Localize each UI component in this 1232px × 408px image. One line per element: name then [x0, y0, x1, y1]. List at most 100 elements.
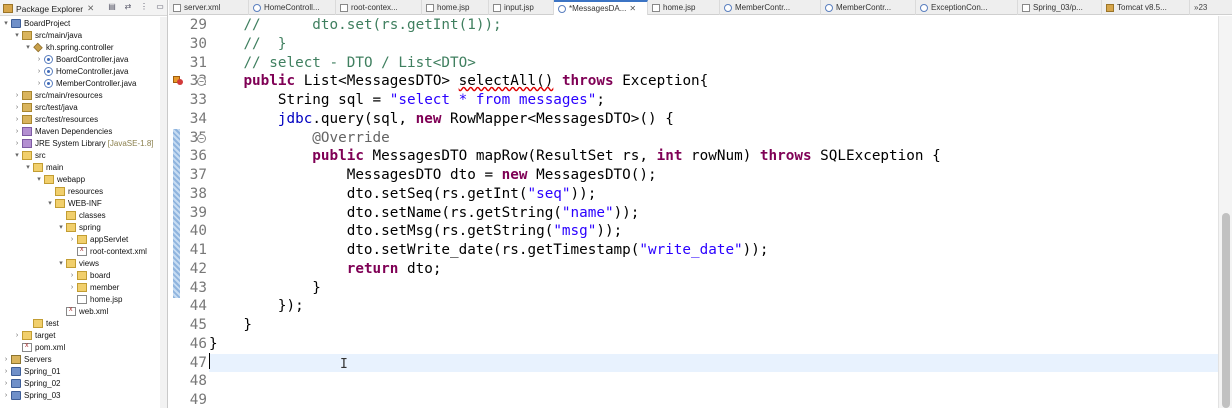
- tree-item[interactable]: pom.xml: [0, 341, 158, 353]
- code-line[interactable]: [209, 391, 1218, 408]
- code-line[interactable]: return dto;: [209, 260, 1218, 279]
- code-line[interactable]: }: [209, 279, 1218, 298]
- collapsed-arrow-icon[interactable]: ›: [13, 128, 21, 135]
- editor-tab[interactable]: HomeControll...: [249, 0, 336, 15]
- editor-tab[interactable]: *MessagesDA... ✕: [554, 0, 648, 15]
- collapsed-arrow-icon[interactable]: ›: [13, 92, 21, 99]
- tree-item[interactable]: ▾ src: [0, 149, 158, 161]
- scrollbar-thumb[interactable]: [1222, 213, 1230, 408]
- collapsed-arrow-icon[interactable]: ›: [35, 68, 43, 75]
- code-line[interactable]: jdbc.query(sql, new RowMapper<MessagesDT…: [209, 110, 1218, 129]
- editor-tab[interactable]: home.jsp: [648, 0, 720, 15]
- tree-item[interactable]: › Maven Dependencies: [0, 125, 158, 137]
- code-line[interactable]: MessagesDTO dto = new MessagesDTO();: [209, 166, 1218, 185]
- code-line[interactable]: dto.setWrite_date(rs.getTimestamp("write…: [209, 241, 1218, 260]
- code-line[interactable]: });: [209, 297, 1218, 316]
- editor-tab[interactable]: home.jsp: [422, 0, 489, 15]
- tree-item[interactable]: › JRE System Library [JavaSE-1.8]: [0, 137, 158, 149]
- code-line[interactable]: }: [209, 316, 1218, 335]
- tree-item[interactable]: › member: [0, 281, 158, 293]
- tree-item[interactable]: ▾ src/main/java: [0, 29, 158, 41]
- collapse-all-icon[interactable]: ▤: [107, 2, 117, 12]
- editor-tab[interactable]: Tomcat v8.5...: [1102, 0, 1190, 15]
- code-line[interactable]: [209, 372, 1218, 391]
- code-line[interactable]: // }: [209, 35, 1218, 54]
- tree-item[interactable]: web.xml: [0, 305, 158, 317]
- tree-item[interactable]: › src/test/resources: [0, 113, 158, 125]
- tree-item[interactable]: › src/test/java: [0, 101, 158, 113]
- view-menu-icon[interactable]: ⋮: [139, 2, 149, 12]
- tree-item[interactable]: › target: [0, 329, 158, 341]
- editor-tab[interactable]: root-contex...: [336, 0, 422, 15]
- collapsed-arrow-icon[interactable]: ›: [13, 104, 21, 111]
- package-explorer-tab[interactable]: Package Explorer ✕: [3, 3, 94, 14]
- tree-item[interactable]: › Spring_01: [0, 365, 158, 377]
- collapsed-arrow-icon[interactable]: ›: [2, 392, 10, 399]
- editor-tab[interactable]: MemberContr...: [821, 0, 916, 15]
- tree-item[interactable]: › Spring_03: [0, 389, 158, 401]
- fold-toggle-icon[interactable]: −: [197, 133, 206, 143]
- editor-tab[interactable]: server.xml: [169, 0, 249, 15]
- tree-item[interactable]: ▾ main: [0, 161, 158, 173]
- expanded-arrow-icon[interactable]: ▾: [13, 31, 21, 39]
- tree-item[interactable]: › appServlet: [0, 233, 158, 245]
- tree-item[interactable]: ▾ kh.spring.controller: [0, 41, 158, 53]
- collapsed-arrow-icon[interactable]: ›: [13, 332, 21, 339]
- close-tab-icon[interactable]: ✕: [629, 4, 636, 13]
- tree-item[interactable]: ▾ WEB-INF: [0, 197, 158, 209]
- collapsed-arrow-icon[interactable]: ›: [2, 356, 10, 363]
- expanded-arrow-icon[interactable]: ▾: [57, 223, 65, 231]
- tree-item[interactable]: root-context.xml: [0, 245, 158, 257]
- code-line[interactable]: dto.setName(rs.getString("name"));: [209, 204, 1218, 223]
- tree-item[interactable]: › src/main/resources: [0, 89, 158, 101]
- code-line[interactable]: @Override: [209, 129, 1218, 148]
- code-line[interactable]: dto.setSeq(rs.getInt("seq"));: [209, 185, 1218, 204]
- code-line[interactable]: // dto.set(rs.getInt(1));: [209, 16, 1218, 35]
- code-line[interactable]: public List<MessagesDTO> selectAll() thr…: [209, 72, 1218, 91]
- code-editor[interactable]: 29 30 3132−33 34 35−36 37 38 39 40 41 42 43 44 45 46 47…: [169, 16, 1232, 408]
- tree-item[interactable]: › BoardController.java: [0, 53, 158, 65]
- editor-tab[interactable]: input.jsp: [489, 0, 554, 15]
- tree-item[interactable]: › Servers: [0, 353, 158, 365]
- tree-item[interactable]: ▾ webapp: [0, 173, 158, 185]
- tree-item[interactable]: ▾ views: [0, 257, 158, 269]
- tabs-overflow-button[interactable]: »23: [1190, 0, 1211, 15]
- tree-item[interactable]: classes: [0, 209, 158, 221]
- code-line[interactable]: }: [209, 335, 1218, 354]
- editor-tab[interactable]: Spring_03/p...: [1018, 0, 1102, 15]
- code-line[interactable]: public MessagesDTO mapRow(ResultSet rs, …: [209, 147, 1218, 166]
- editor-vertical-scrollbar[interactable]: [1218, 16, 1232, 408]
- expanded-arrow-icon[interactable]: ▾: [24, 163, 32, 171]
- code-line[interactable]: String sql = "select * from messages";: [209, 91, 1218, 110]
- collapsed-arrow-icon[interactable]: ›: [35, 56, 43, 63]
- tree-item[interactable]: ▾ spring: [0, 221, 158, 233]
- tree-item[interactable]: test: [0, 317, 158, 329]
- tree-item[interactable]: home.jsp: [0, 293, 158, 305]
- collapsed-arrow-icon[interactable]: ›: [13, 116, 21, 123]
- tree-item[interactable]: › MemberController.java: [0, 77, 158, 89]
- close-icon[interactable]: ✕: [87, 3, 94, 14]
- error-marker-icon[interactable]: [173, 76, 183, 86]
- expanded-arrow-icon[interactable]: ▾: [57, 259, 65, 267]
- expanded-arrow-icon[interactable]: ▾: [24, 43, 32, 51]
- expanded-arrow-icon[interactable]: ▾: [2, 19, 10, 27]
- tree-item[interactable]: resources: [0, 185, 158, 197]
- current-code-line[interactable]: [209, 353, 1218, 373]
- code-line[interactable]: // select - DTO / List<DTO>: [209, 54, 1218, 73]
- collapsed-arrow-icon[interactable]: ›: [68, 236, 76, 243]
- editor-tab[interactable]: MemberContr...: [720, 0, 821, 15]
- explorer-scrollbar[interactable]: [160, 17, 167, 408]
- collapsed-arrow-icon[interactable]: ›: [13, 140, 21, 147]
- editor-tab[interactable]: ExceptionCon...: [916, 0, 1018, 15]
- tree-item[interactable]: ▾ BoardProject: [0, 17, 158, 29]
- tree-item[interactable]: › Spring_02: [0, 377, 158, 389]
- code-text-area[interactable]: // dto.set(rs.getInt(1)); // } // select…: [209, 16, 1218, 408]
- tree-item[interactable]: › HomeController.java: [0, 65, 158, 77]
- tree-item[interactable]: › board: [0, 269, 158, 281]
- collapsed-arrow-icon[interactable]: ›: [68, 272, 76, 279]
- expanded-arrow-icon[interactable]: ▾: [35, 175, 43, 183]
- expanded-arrow-icon[interactable]: ▾: [46, 199, 54, 207]
- collapsed-arrow-icon[interactable]: ›: [35, 80, 43, 87]
- collapsed-arrow-icon[interactable]: ›: [68, 284, 76, 291]
- collapsed-arrow-icon[interactable]: ›: [2, 368, 10, 375]
